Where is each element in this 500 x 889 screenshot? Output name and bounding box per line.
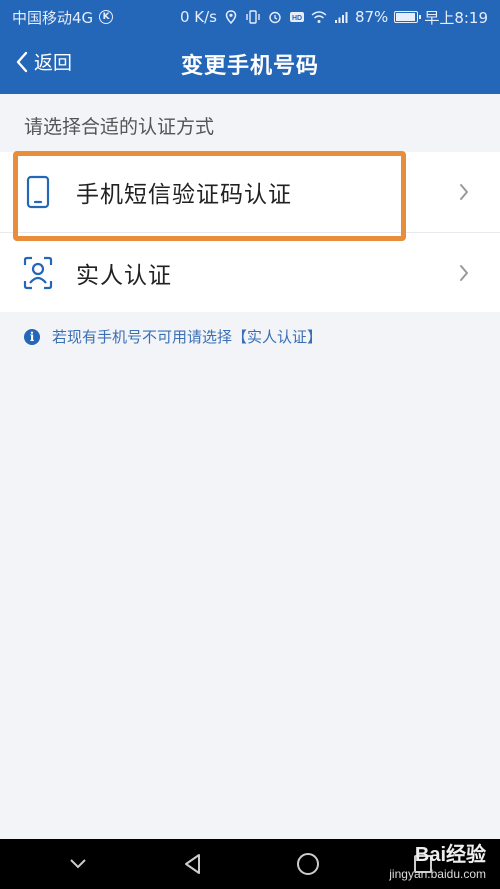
vibrate-icon	[246, 10, 260, 24]
wifi-icon	[311, 11, 327, 23]
nav-collapse-button[interactable]	[58, 849, 98, 879]
nav-bar: 返回 变更手机号码	[0, 34, 500, 94]
nav-home-button[interactable]	[288, 849, 328, 879]
option-sms-verification[interactable]: 手机短信验证码认证	[0, 152, 500, 232]
face-scan-icon	[23, 256, 53, 290]
alarm-icon	[269, 11, 281, 24]
status-left: 中国移动4G K	[12, 7, 114, 28]
notice-text: 若现有手机号不可用请选择【实人认证】	[52, 328, 323, 346]
phone-icon	[26, 175, 50, 209]
section-label: 请选择合适的认证方式	[24, 116, 215, 138]
net-speed: 0 K/s	[179, 8, 217, 26]
status-bar: 中国移动4G K 0 K/s HD 87% 早上8:19	[0, 0, 500, 34]
location-icon	[225, 10, 237, 24]
auth-options-list: 手机短信验证码认证 实人认证	[0, 152, 500, 312]
option-label: 手机短信验证码认证	[76, 182, 292, 208]
notice: i 若现有手机号不可用请选择【实人认证】	[24, 326, 322, 347]
option-face-verification[interactable]: 实人认证	[0, 232, 500, 312]
watermark: Bai经验 jingyan.baidu.com	[389, 838, 486, 881]
nav-back-button[interactable]	[173, 849, 213, 879]
status-right: 0 K/s HD 87% 早上8:19	[180, 7, 488, 28]
svg-text:HD: HD	[292, 15, 302, 22]
chevron-right-icon	[460, 184, 468, 200]
hd-icon: HD	[289, 12, 304, 22]
option-label: 实人认证	[76, 262, 172, 289]
battery-icon	[394, 11, 422, 23]
carrier-badge-icon: K	[99, 10, 114, 24]
chevron-right-icon	[460, 265, 468, 281]
battery-percent: 87%	[354, 8, 389, 26]
signal-icon	[334, 12, 348, 23]
triangle-back-icon	[184, 854, 200, 874]
circle-home-icon	[296, 853, 319, 875]
carrier-label: 中国移动4G	[12, 8, 94, 27]
info-icon: i	[24, 328, 40, 345]
clock: 早上8:19	[424, 8, 488, 27]
watermark-sub: jingyan.baidu.com	[389, 867, 486, 881]
page-title: 变更手机号码	[180, 54, 319, 79]
watermark-main: Bai经验	[414, 844, 486, 866]
chevron-down-icon	[69, 859, 86, 869]
